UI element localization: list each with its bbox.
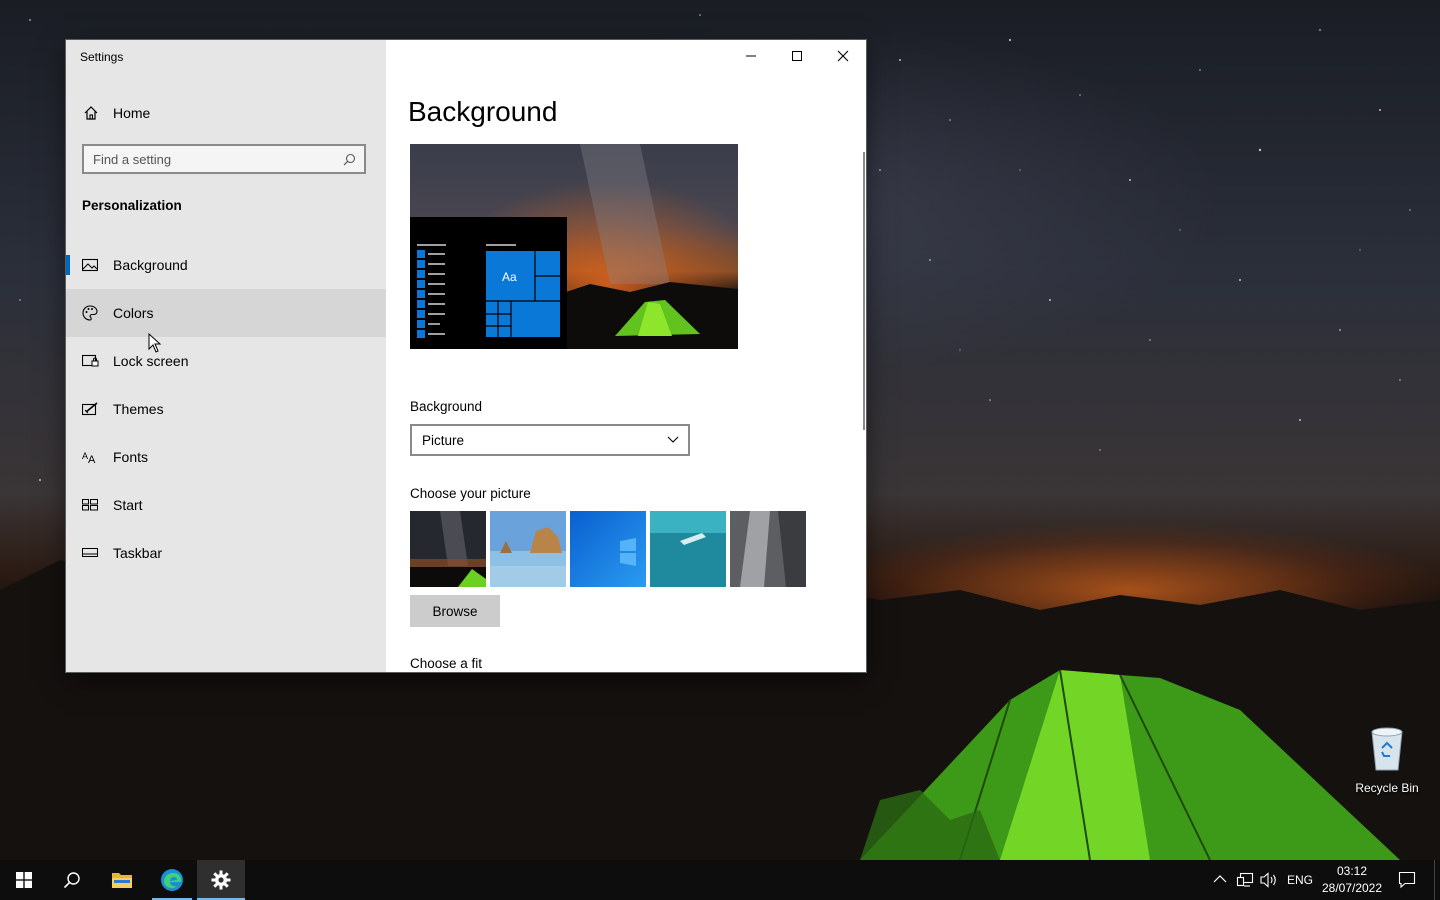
chevron-up-icon[interactable] [1213,874,1227,884]
background-preview: Aa [410,144,738,349]
sidebar-item-taskbar[interactable]: Taskbar [66,529,386,577]
taskbar-search-button[interactable] [48,860,96,900]
taskbar: ENG 03:12 28/07/2022 [0,860,1440,900]
sidebar-item-label: Themes [113,401,164,417]
svg-text:A: A [88,454,96,464]
picture-thumbnail-swimmer[interactable] [650,511,726,587]
picture-thumbnails [410,511,806,587]
selection-indicator [66,255,70,275]
home-nav-item[interactable]: Home [66,100,386,126]
chevron-down-icon [667,436,679,443]
home-icon [84,106,98,120]
clock-date: 28/07/2022 [1321,881,1383,895]
search-icon [63,872,80,889]
lock-screen-icon [81,352,99,370]
browse-button[interactable]: Browse [410,595,500,627]
start-icon [81,496,99,514]
choose-fit-label: Choose a fit [410,656,483,671]
edge-browser-icon [161,869,183,891]
sidebar-item-label: Lock screen [113,353,189,369]
sidebar-item-start[interactable]: Start [66,481,386,529]
picture-thumbnail-cliff[interactable] [730,511,806,587]
file-explorer-button[interactable] [98,860,146,900]
picture-thumbnail-beach[interactable] [490,511,566,587]
settings-sidebar: Settings Home Personalization Background… [66,40,386,672]
sidebar-item-label: Fonts [113,449,149,465]
section-heading: Personalization [82,198,182,213]
windows-logo-icon [16,872,32,888]
gear-icon [211,870,231,890]
notification-icon[interactable] [1398,871,1416,889]
show-desktop-button[interactable] [1434,860,1440,900]
picture-thumbnail-tent[interactable] [410,511,486,587]
taskbar-icon [81,544,99,562]
background-type-dropdown[interactable]: Picture [410,424,690,456]
background-field-label: Background [410,399,483,414]
language-indicator[interactable]: ENG [1287,873,1313,887]
mouse-cursor-icon [148,333,162,353]
recycle-bin-label: Recycle Bin [1355,781,1419,795]
sidebar-item-background[interactable]: Background [66,241,386,289]
sidebar-item-label: Background [113,257,188,273]
page-title: Background [408,96,558,127]
search-box[interactable] [82,144,366,174]
sidebar-item-fonts[interactable]: AA Fonts [66,433,386,481]
folder-icon [112,873,132,888]
clock-time: 03:12 [1336,864,1368,878]
sidebar-item-themes[interactable]: Themes [66,385,386,433]
personalization-nav: Background Colors Lock screen Themes AA … [66,241,386,577]
palette-icon [81,304,99,322]
settings-window: Settings Home Personalization Background… [66,40,866,672]
settings-taskbar-button[interactable] [197,860,245,900]
picture-thumbnail-windows[interactable] [570,511,646,587]
choose-picture-label: Choose your picture [410,486,531,501]
edge-browser-button[interactable] [148,860,196,900]
themes-icon [81,400,99,418]
recycle-bin-icon [1371,727,1403,771]
settings-content: Background Aa Background Picture Choose … [386,40,866,672]
dropdown-value: Picture [422,432,465,448]
picture-icon [81,256,99,274]
network-icon[interactable] [1236,872,1254,888]
search-icon[interactable] [343,153,356,166]
search-input[interactable] [93,151,333,167]
sidebar-item-colors[interactable]: Colors [66,289,386,337]
volume-icon[interactable] [1260,872,1278,888]
content-scrollbar[interactable] [863,152,865,430]
taskbar-clock[interactable]: 03:12 28/07/2022 [1318,863,1386,897]
preview-tile-text: Aa [502,270,517,284]
start-button[interactable] [0,860,48,900]
sidebar-item-label: Start [113,497,143,513]
sidebar-item-label: Taskbar [113,545,163,561]
window-title: Settings [80,50,124,64]
fonts-icon: AA [81,448,99,466]
home-label: Home [113,105,151,121]
sidebar-item-label: Colors [113,305,154,321]
sidebar-item-lock-screen[interactable]: Lock screen [66,337,386,385]
recycle-bin-shortcut[interactable]: Recycle Bin [1350,726,1424,795]
